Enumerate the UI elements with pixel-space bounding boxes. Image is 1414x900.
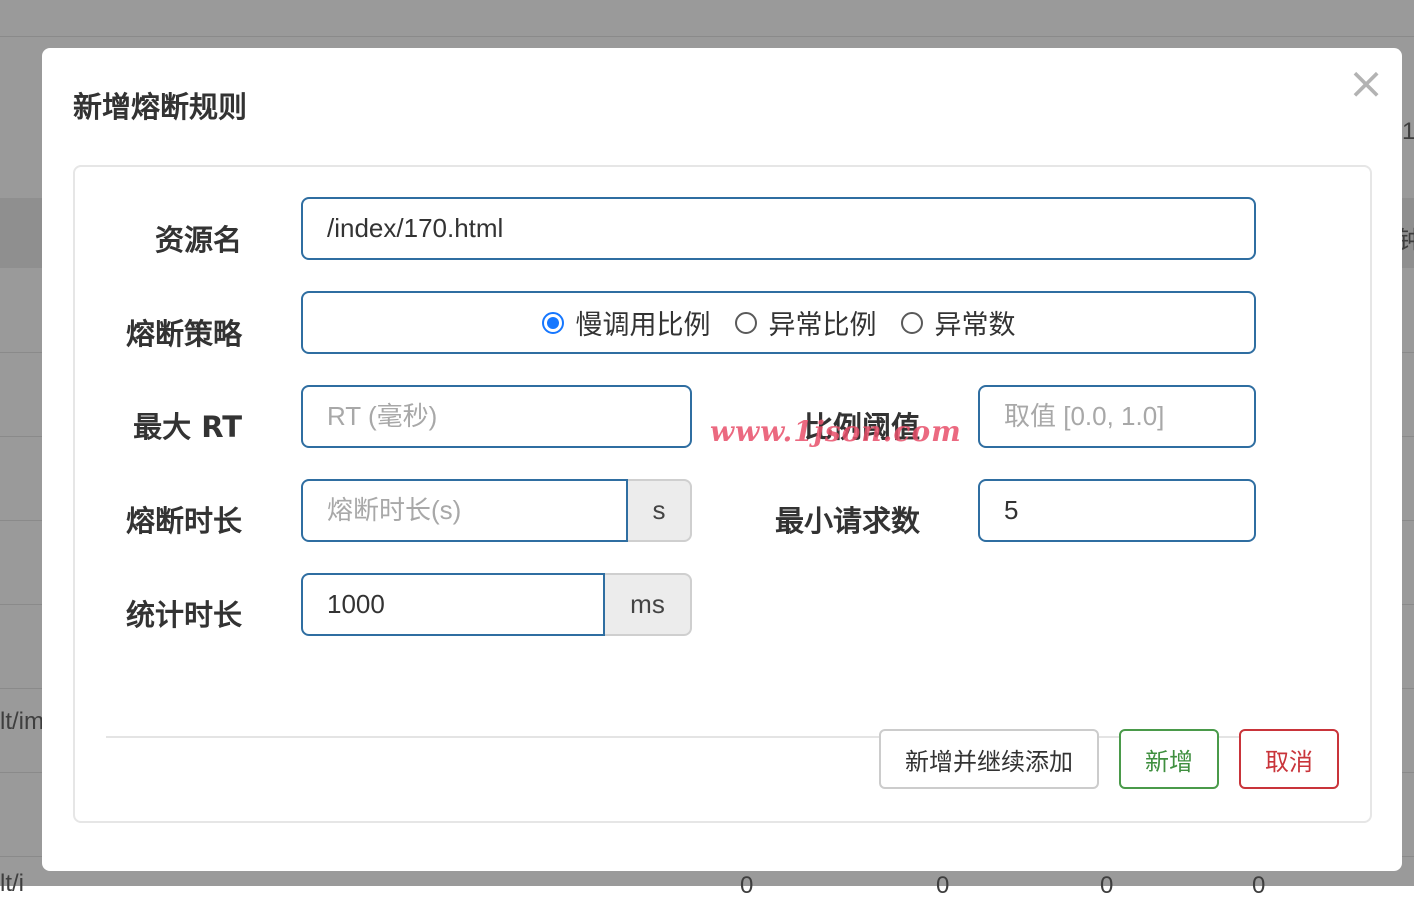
add-button[interactable]: 新增 xyxy=(1119,729,1219,789)
bg-text-fragment: lt/im xyxy=(0,708,44,735)
add-and-continue-button[interactable]: 新增并继续添加 xyxy=(879,729,1099,789)
cancel-button[interactable]: 取消 xyxy=(1239,729,1339,789)
stat-duration-unit: ms xyxy=(605,573,692,636)
max-rt-label: 最大 RT xyxy=(133,410,242,444)
resource-name-input[interactable] xyxy=(301,197,1256,260)
bg-text-fragment: 0 xyxy=(1252,872,1266,899)
radio-checked-icon[interactable] xyxy=(541,311,564,334)
bg-text-fragment: 0 xyxy=(1100,872,1114,899)
strategy-option-label: 慢调用比例 xyxy=(575,310,711,341)
radio-unchecked-icon[interactable] xyxy=(900,311,923,334)
min-requests-label: 最小请求数 xyxy=(774,504,920,538)
break-duration-input[interactable] xyxy=(301,479,628,542)
radio-unchecked-icon[interactable] xyxy=(734,311,757,334)
bg-divider xyxy=(0,36,1414,37)
strategy-option-slow-ratio[interactable]: 慢调用比例 xyxy=(541,303,711,342)
max-rt-input[interactable] xyxy=(301,385,692,448)
strategy-option-label: 异常比例 xyxy=(768,310,877,341)
dialog-title: 新增熔断规则 xyxy=(73,90,248,124)
strategy-radio-group: 慢调用比例 异常比例 异常数 xyxy=(301,291,1256,354)
bg-text-fragment: 0 xyxy=(740,872,754,899)
stat-duration-label: 统计时长 xyxy=(125,598,242,632)
strategy-option-label: 异常数 xyxy=(934,310,1016,341)
strategy-option-error-ratio[interactable]: 异常比例 xyxy=(734,303,877,342)
break-duration-unit: s xyxy=(628,479,692,542)
bg-text-fragment: lt/i xyxy=(0,870,24,897)
break-duration-label: 熔断时长 xyxy=(125,504,242,538)
site-watermark: www.1json.com xyxy=(710,415,962,448)
add-circuit-breaker-dialog: 新增熔断规则 × 资源名 熔断策略 慢调用比例 异常比例 异常数 最大 RT 比… xyxy=(42,48,1402,871)
close-icon[interactable]: × xyxy=(1346,62,1386,106)
bg-text-fragment: 1 xyxy=(1402,118,1414,145)
min-requests-input[interactable] xyxy=(978,479,1256,542)
stat-duration-input[interactable] xyxy=(301,573,605,636)
strategy-option-error-count[interactable]: 异常数 xyxy=(900,303,1016,342)
form-panel: 资源名 熔断策略 慢调用比例 异常比例 异常数 最大 RT 比例阈值 熔断时长 xyxy=(73,165,1372,823)
resource-name-label: 资源名 xyxy=(154,223,242,257)
strategy-label: 熔断策略 xyxy=(125,317,242,351)
ratio-threshold-input[interactable] xyxy=(978,385,1256,448)
bg-text-fragment: 0 xyxy=(936,872,950,899)
